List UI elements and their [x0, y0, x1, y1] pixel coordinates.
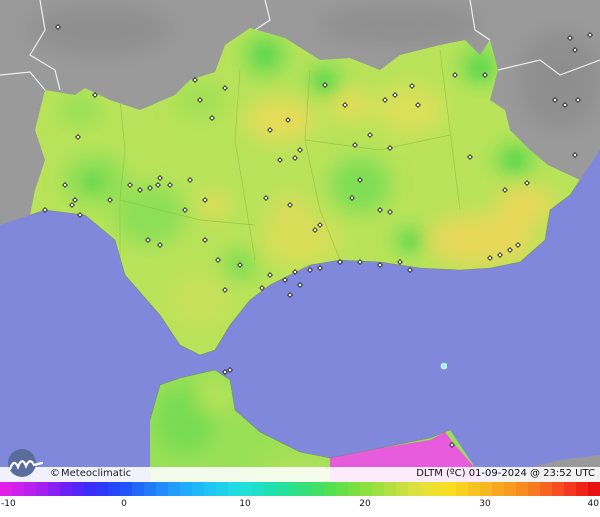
scale-swatch: [492, 482, 505, 496]
scale-swatch: [408, 482, 421, 496]
scale-swatch: [300, 482, 313, 496]
scale-swatch: [468, 482, 481, 496]
scale-swatch: [168, 482, 181, 496]
scale-swatch: [192, 482, 205, 496]
scale-swatch: [348, 482, 361, 496]
scale-swatch: [132, 482, 145, 496]
scale-swatch: [120, 482, 133, 496]
scale-swatch: [108, 482, 121, 496]
scale-swatch: [216, 482, 229, 496]
scale-swatch: [180, 482, 193, 496]
scale-swatch: [204, 482, 217, 496]
scale-tick-4: 30: [479, 499, 491, 509]
scale-swatch: [480, 482, 493, 496]
color-scale-bar: [0, 482, 600, 496]
scale-swatch: [516, 482, 529, 496]
scale-swatch: [564, 482, 577, 496]
sea-station-marker: [440, 362, 448, 370]
scale-swatch: [96, 482, 109, 496]
scale-swatch: [576, 482, 589, 496]
scale-swatch: [288, 482, 301, 496]
scale-swatch: [384, 482, 397, 496]
scale-tick-0: -10: [1, 499, 16, 509]
scale-swatch: [504, 482, 517, 496]
scale-swatch: [336, 482, 349, 496]
brand-credit: ©Meteoclimatic: [50, 468, 131, 480]
brand-name: Meteoclimatic: [61, 468, 132, 479]
scale-swatch: [12, 482, 25, 496]
scale-tick-5: 40: [587, 499, 599, 509]
scale-swatch: [72, 482, 85, 496]
map-caption: DLTM (ºC) 01-09-2024 @ 23:52 UTC: [416, 468, 595, 480]
temperature-map: [0, 0, 600, 482]
variable-label: DLTM (ºC): [416, 468, 466, 479]
scale-tick-3: 20: [359, 499, 371, 509]
scale-tick-1: 0: [121, 499, 127, 509]
scale-swatch: [360, 482, 373, 496]
scale-swatch: [24, 482, 37, 496]
scale-swatch: [312, 482, 325, 496]
scale-swatch: [324, 482, 337, 496]
scale-swatch: [60, 482, 73, 496]
scale-swatch: [228, 482, 241, 496]
copyright-symbol: ©: [50, 468, 60, 479]
scale-swatch: [432, 482, 445, 496]
scale-swatch: [528, 482, 541, 496]
meteoclimatic-wave-logo-icon: [8, 449, 44, 477]
scale-swatch: [36, 482, 49, 496]
scale-swatch: [48, 482, 61, 496]
scale-swatch: [588, 482, 600, 496]
scale-swatch: [252, 482, 265, 496]
timestamp: 01-09-2024 @ 23:52 UTC: [468, 468, 595, 479]
scale-swatch: [444, 482, 457, 496]
scale-tick-2: 10: [239, 499, 251, 509]
color-scale-ticks: -10 0 10 20 30 40: [0, 496, 600, 517]
scale-swatch: [144, 482, 157, 496]
scale-swatch: [276, 482, 289, 496]
scale-swatch: [84, 482, 97, 496]
scale-swatch: [456, 482, 469, 496]
weather-map-view: ©Meteoclimatic DLTM (ºC) 01-09-2024 @ 23…: [0, 0, 600, 517]
scale-swatch: [0, 482, 13, 496]
scale-swatch: [240, 482, 253, 496]
scale-swatch: [372, 482, 385, 496]
scale-swatch: [420, 482, 433, 496]
scale-swatch: [540, 482, 553, 496]
scale-swatch: [396, 482, 409, 496]
scale-swatch: [156, 482, 169, 496]
scale-swatch: [264, 482, 277, 496]
scale-swatch: [552, 482, 565, 496]
